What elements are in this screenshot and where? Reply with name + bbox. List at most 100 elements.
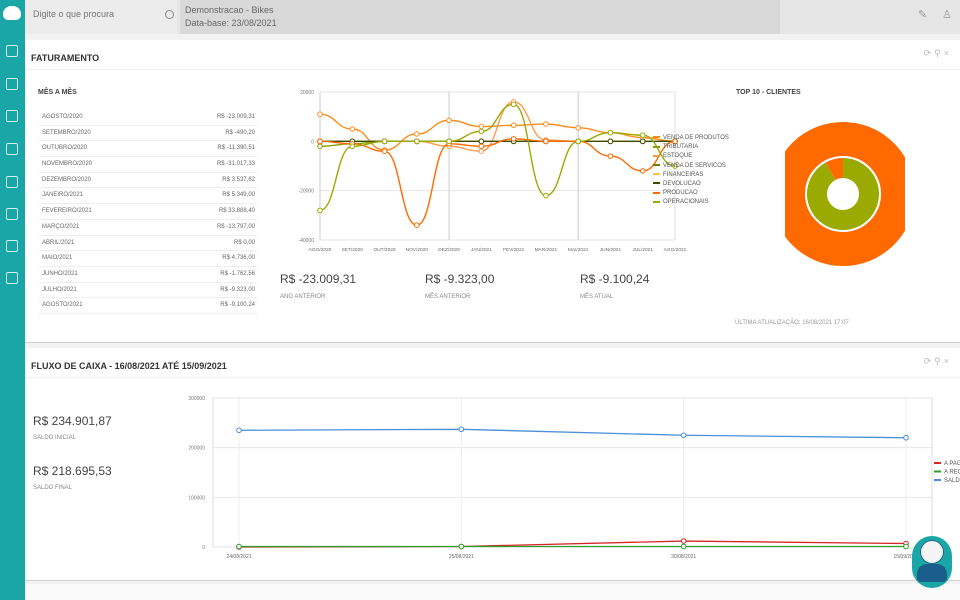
table-row: MAIO/2021 R$ 4.736,00 — [39, 251, 257, 267]
table-row: FEVEREIRO/2021 R$ 33.888,40 — [39, 204, 257, 220]
x-tick-label: AGO/2021 — [664, 247, 687, 253]
mes-a-mes-table: AGOSTO/2020 R$ -23.009,31 SETEMBRO/2020 R$ … — [39, 110, 257, 314]
series-line — [319, 103, 676, 212]
data-point — [236, 427, 242, 434]
row-month: SETEMBRO/2020 — [42, 129, 91, 136]
x-tick-label: 24/08/2021 — [226, 554, 251, 560]
refresh-icon[interactable]: ⟳ — [924, 356, 935, 366]
x-tick-label: MAI/2021 — [568, 247, 589, 253]
user-icon[interactable]: ♙ — [942, 10, 952, 21]
table-row: JULHO/2021 R$ -9.323,00 — [39, 283, 257, 299]
bank-icon[interactable] — [6, 143, 18, 155]
legend-item[interactable]: VENDA DE PRODUTOS — [653, 135, 729, 141]
x-tick-label: JUL/2021 — [632, 247, 653, 253]
legend-label: A PAGAR — [944, 461, 960, 467]
x-tick-label: JUN/2021 — [600, 247, 622, 253]
legend-item[interactable]: FINANCEIRAS — [653, 172, 703, 178]
legend-label: VENDA DE PRODUTOS — [663, 135, 729, 141]
legend-item[interactable]: VENDA DE SERVICOS — [653, 163, 726, 169]
row-month: MAIO/2021 — [42, 255, 73, 262]
table-row: JANEIRO/2021 R$ 5.349,00 — [39, 188, 257, 205]
close-icon[interactable]: × — [944, 356, 952, 366]
legend-swatch — [653, 164, 660, 167]
edit-icon[interactable] — [6, 45, 18, 57]
legend-label: ESTOQUE — [663, 153, 693, 160]
box-icon[interactable] — [6, 176, 18, 188]
legend-item[interactable]: OPERACIONAIS — [653, 199, 709, 205]
legend-swatch — [653, 154, 660, 157]
x-tick-label: MAR/2021 — [535, 247, 558, 253]
topbar: Demonstracao - Bikes Data-base: 23/08/20… — [25, 0, 960, 34]
data-point — [607, 153, 614, 159]
row-month: JUNHO/2021 — [42, 270, 78, 277]
data-point — [510, 122, 517, 129]
donut-slice — [785, 122, 905, 266]
row-value: R$ 33.888,40 — [218, 208, 255, 215]
y-tick-label: 0 — [202, 545, 205, 551]
x-tick-label: 30/08/2021 — [671, 554, 696, 560]
search-icon[interactable] — [165, 10, 174, 19]
table-row: DEZEMBRO/2020 R$ 3.537,62 — [39, 173, 257, 189]
data-point — [478, 138, 485, 145]
data-point — [414, 138, 420, 145]
assistant-avatar-button[interactable] — [912, 536, 952, 588]
table-row: AGOSTO/2020 R$ -23.009,31 — [39, 110, 257, 126]
company-selector[interactable]: Demonstracao - Bikes Data-base: 23/08/20… — [180, 0, 780, 34]
chart-icon[interactable] — [6, 110, 18, 122]
legend-label: DEVOLUCAO — [663, 181, 701, 187]
kpi-ano-anterior-label: ANO ANTERIOR — [280, 294, 326, 300]
data-point — [680, 538, 687, 544]
data-point — [639, 168, 646, 174]
transfer-icon[interactable] — [6, 208, 18, 220]
kpi-mes-atual-value: R$ -9.100,24 — [580, 272, 650, 286]
saldo-inicial-value: R$ 234.901,87 — [33, 414, 112, 428]
data-point — [639, 138, 646, 145]
row-value: R$ 3.537,62 — [222, 176, 255, 183]
grid-icon[interactable] — [6, 272, 18, 284]
x-tick-label: FEV/2021 — [503, 247, 525, 253]
refresh-icon[interactable]: ⟳ — [924, 48, 935, 58]
data-point — [575, 124, 581, 131]
x-tick-label: JAN/2021 — [471, 247, 492, 253]
row-month: NOVEMBRO/2020 — [42, 161, 93, 168]
pin-icon[interactable]: ⚲ — [934, 48, 944, 58]
legend-item[interactable]: DEVOLUCAO — [653, 181, 701, 187]
x-tick-label: SET/2020 — [342, 247, 364, 253]
data-point — [478, 148, 485, 154]
legend-item[interactable]: ESTOQUE — [653, 153, 692, 159]
table-row: JUNHO/2021 R$ -1.762,56 — [39, 267, 257, 283]
data-point — [575, 138, 581, 145]
y-tick-label: 0 — [311, 139, 314, 145]
legend-swatch — [653, 173, 660, 176]
data-point — [607, 138, 614, 145]
data-point — [381, 148, 388, 154]
kpi-mes-anterior-value: R$ -9.323,00 — [425, 272, 495, 286]
assistant-face-icon — [920, 540, 944, 564]
legend-item[interactable]: TRIBUTARIA — [653, 144, 698, 150]
row-month: MARÇO/2021 — [42, 223, 80, 230]
pin-icon[interactable]: ⚲ — [934, 356, 944, 366]
fluxo-caixa-panel: FLUXO DE CAIXA - 16/08/2021 ATÉ 15/09/20… — [25, 348, 960, 581]
flag-icon[interactable] — [6, 240, 18, 252]
document-icon[interactable] — [6, 78, 18, 90]
data-point — [458, 543, 465, 550]
table-row: NOVEMBRO/2020 R$ -31.017,33 — [39, 157, 257, 173]
data-point — [414, 131, 420, 137]
legend-item[interactable]: PRODUCAO — [653, 190, 698, 196]
y-tick-label: 300000 — [188, 396, 205, 402]
data-point — [543, 192, 549, 199]
pencil-icon[interactable]: ✎ — [918, 10, 928, 21]
legend-swatch — [653, 136, 660, 139]
y-tick-label: 20000 — [300, 90, 314, 96]
series-line — [319, 138, 676, 226]
data-point — [680, 432, 687, 439]
legend-swatch — [653, 182, 660, 185]
legend-label: FINANCEIRAS — [663, 171, 704, 178]
fluxo-caixa-line-chart: 300000 200000 100000 0 24/08/2021 25/08/2021 3… — [188, 396, 960, 560]
close-icon[interactable]: × — [944, 48, 952, 58]
cloud-logo-icon[interactable] — [3, 6, 21, 20]
search-input[interactable] — [31, 8, 165, 20]
data-point — [903, 543, 909, 550]
saldo-final-label: SALDO FINAL — [33, 485, 73, 491]
x-tick-label: AGO/2020 — [309, 247, 332, 253]
